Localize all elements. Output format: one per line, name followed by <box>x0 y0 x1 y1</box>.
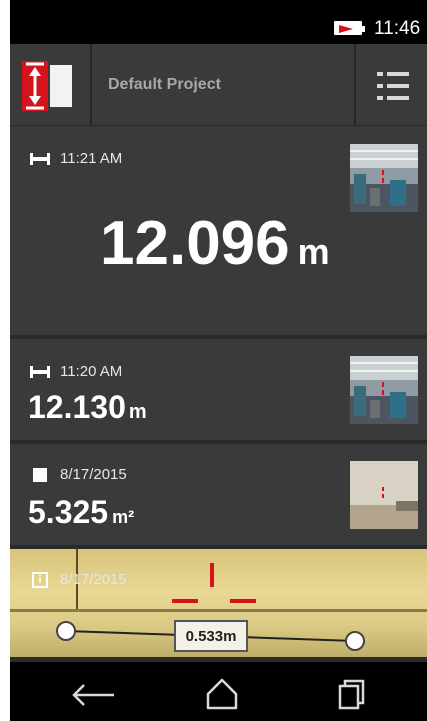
app-header: Default Project <box>10 44 427 126</box>
measurement-time: 11:20 AM <box>60 363 123 380</box>
header-divider <box>90 44 92 126</box>
distance-icon <box>30 152 50 165</box>
measurement-value: 12.130 m <box>28 389 147 425</box>
measurement-item[interactable]: 8/17/2015 5.325 m² <box>10 444 427 547</box>
area-icon <box>33 467 47 482</box>
photo-measurement-label: 0.533m <box>185 628 237 645</box>
navigation-bar <box>10 662 427 721</box>
measurement-time: 11:21 AM <box>60 150 123 167</box>
device-screen: 11:46 Default Project 11:21 AM 12.096 m … <box>10 0 427 721</box>
app-logo-icon[interactable] <box>22 61 74 111</box>
measurement-meta: 11:21 AM <box>30 150 122 167</box>
distance-icon <box>30 365 50 378</box>
measurement-meta: 11:20 AM <box>30 363 122 380</box>
project-title[interactable]: Default Project <box>108 76 221 94</box>
status-clock: 11:46 <box>374 18 421 39</box>
measurement-item[interactable]: 0.533m i 8/17/2015 <box>10 549 427 657</box>
menu-icon[interactable] <box>356 44 427 126</box>
measurement-thumbnail[interactable] <box>350 356 418 424</box>
battery-icon <box>334 21 365 35</box>
status-bar: 11:46 <box>10 0 427 44</box>
measurement-thumbnail[interactable] <box>350 461 418 529</box>
measurement-meta: i 8/17/2015 <box>30 571 127 588</box>
measurement-value: 5.325 m² <box>28 494 135 530</box>
measurement-time: 8/17/2015 <box>60 466 127 483</box>
measurement-meta: 8/17/2015 <box>30 466 127 483</box>
measurement-time: 8/17/2015 <box>60 571 127 588</box>
info-icon: i <box>32 571 48 588</box>
measurement-photo: 0.533m <box>10 549 427 657</box>
measurement-value: 12.096 m <box>100 209 330 278</box>
home-icon[interactable] <box>182 662 262 721</box>
measurement-item[interactable]: 11:21 AM 12.096 m <box>10 126 427 337</box>
measurement-thumbnail[interactable] <box>350 144 418 212</box>
measurement-item[interactable]: 11:20 AM 12.130 m <box>10 339 427 442</box>
back-icon[interactable] <box>52 662 132 721</box>
recents-icon[interactable] <box>312 662 392 721</box>
